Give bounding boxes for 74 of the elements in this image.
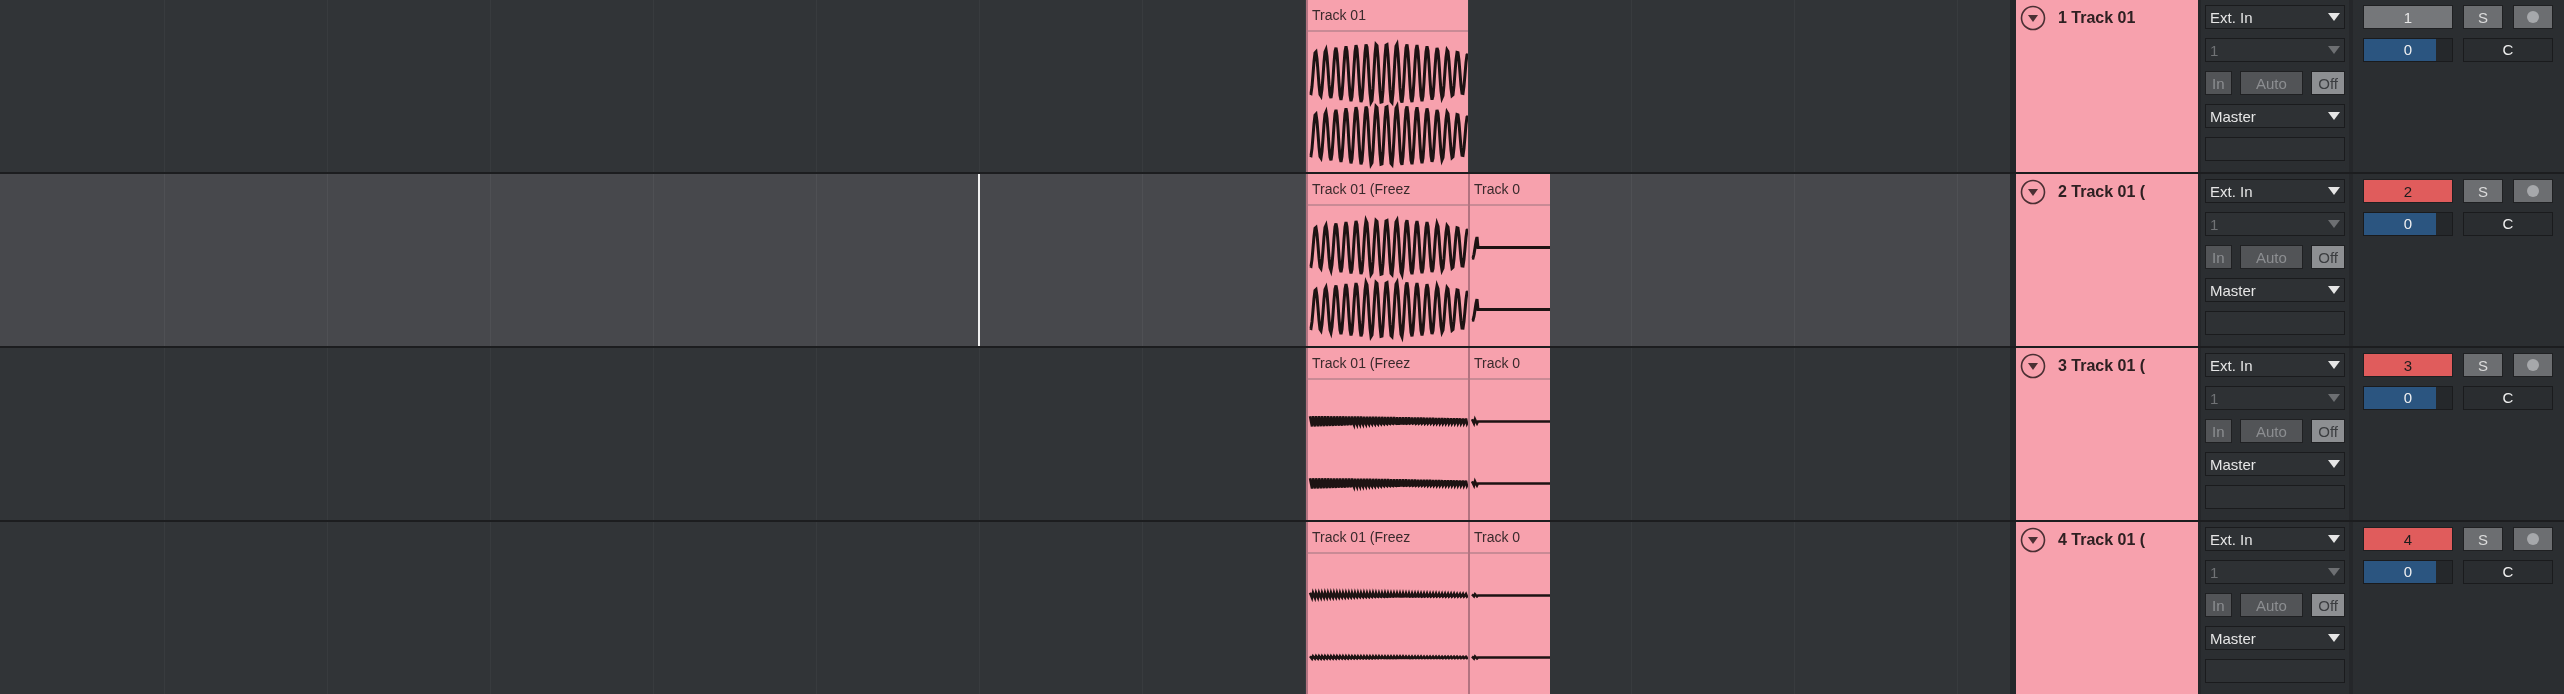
track-lane[interactable]: Track 01 (Freez Track 0: [0, 174, 2010, 346]
pan-knob[interactable]: C: [2463, 212, 2553, 236]
caret-icon: [2328, 393, 2340, 403]
clip-title: Track 01 (Freez: [1312, 179, 1411, 199]
caret-icon: [2328, 567, 2340, 577]
arm-button[interactable]: [2513, 5, 2553, 29]
solo-button[interactable]: S: [2463, 353, 2503, 377]
track-header[interactable]: 4 Track 01 (: [2016, 522, 2198, 694]
track-lane[interactable]: Track 01 (Freez Track 0: [0, 348, 2010, 520]
track-lane[interactable]: Track 01: [0, 0, 2010, 172]
track-name: 2 Track 01 (: [2058, 182, 2146, 202]
caret-icon: [2328, 459, 2340, 469]
clip-title: Track 01: [1312, 5, 1366, 25]
record-icon: [2527, 533, 2539, 545]
track-activator-button[interactable]: 2: [2363, 179, 2453, 203]
audio-clip[interactable]: Track 0: [1468, 522, 1550, 694]
caret-icon: [2328, 219, 2340, 229]
track-header[interactable]: 2 Track 01 (: [2016, 174, 2198, 346]
audio-clip[interactable]: Track 01: [1306, 0, 1468, 172]
output-dropdown[interactable]: Master: [2205, 452, 2345, 476]
clip-title: Track 0: [1474, 353, 1521, 373]
input-dropdown[interactable]: Ext. In: [2205, 353, 2345, 377]
caret-icon: [2328, 360, 2340, 370]
track-activator-button[interactable]: 3: [2363, 353, 2453, 377]
audio-clip[interactable]: Track 01 (Freez: [1306, 522, 1468, 694]
track-activator-button[interactable]: 4: [2363, 527, 2453, 551]
arm-button[interactable]: [2513, 527, 2553, 551]
volume-slider[interactable]: 0: [2363, 212, 2453, 236]
caret-icon: [2328, 534, 2340, 544]
caret-icon: [2328, 12, 2340, 22]
pan-knob[interactable]: C: [2463, 38, 2553, 62]
output-dropdown[interactable]: Master: [2205, 104, 2345, 128]
audio-clip[interactable]: Track 0: [1468, 348, 1550, 520]
track-lane[interactable]: Track 01 (Freez Track 0: [0, 522, 2010, 694]
clip-title: Track 0: [1474, 527, 1521, 547]
caret-icon: [2328, 633, 2340, 643]
caret-icon: [2328, 186, 2340, 196]
record-icon: [2527, 185, 2539, 197]
track-name: 4 Track 01 (: [2058, 530, 2146, 550]
pan-knob[interactable]: C: [2463, 386, 2553, 410]
fold-icon[interactable]: [2020, 5, 2046, 31]
audio-clip[interactable]: Track 0: [1468, 174, 1550, 346]
solo-button[interactable]: S: [2463, 179, 2503, 203]
record-icon: [2527, 11, 2539, 23]
clip-title: Track 01 (Freez: [1312, 527, 1411, 547]
track-name: 1 Track 01: [2058, 8, 2136, 28]
solo-button[interactable]: S: [2463, 5, 2503, 29]
fold-icon[interactable]: [2020, 353, 2046, 379]
caret-icon: [2328, 111, 2340, 121]
clip-title: Track 01 (Freez: [1312, 353, 1411, 373]
output-dropdown[interactable]: Master: [2205, 278, 2345, 302]
track-activator-button[interactable]: 1: [2363, 5, 2453, 29]
fold-icon[interactable]: [2020, 179, 2046, 205]
record-icon: [2527, 359, 2539, 371]
audio-clip[interactable]: Track 01 (Freez: [1306, 174, 1468, 346]
input-dropdown[interactable]: Ext. In: [2205, 527, 2345, 551]
output-dropdown[interactable]: Master: [2205, 626, 2345, 650]
solo-button[interactable]: S: [2463, 527, 2503, 551]
track-header[interactable]: 3 Track 01 (: [2016, 348, 2198, 520]
pan-knob[interactable]: C: [2463, 560, 2553, 584]
volume-slider[interactable]: 0: [2363, 38, 2453, 62]
volume-slider[interactable]: 0: [2363, 560, 2453, 584]
fold-icon[interactable]: [2020, 527, 2046, 553]
caret-icon: [2328, 45, 2340, 55]
clip-title: Track 0: [1474, 179, 1521, 199]
audio-clip[interactable]: Track 01 (Freez: [1306, 348, 1468, 520]
input-dropdown[interactable]: Ext. In: [2205, 5, 2345, 29]
caret-icon: [2328, 285, 2340, 295]
track-header[interactable]: 1 Track 01: [2016, 0, 2198, 172]
arm-button[interactable]: [2513, 353, 2553, 377]
input-dropdown[interactable]: Ext. In: [2205, 179, 2345, 203]
volume-slider[interactable]: 0: [2363, 386, 2453, 410]
track-name: 3 Track 01 (: [2058, 356, 2146, 376]
arm-button[interactable]: [2513, 179, 2553, 203]
